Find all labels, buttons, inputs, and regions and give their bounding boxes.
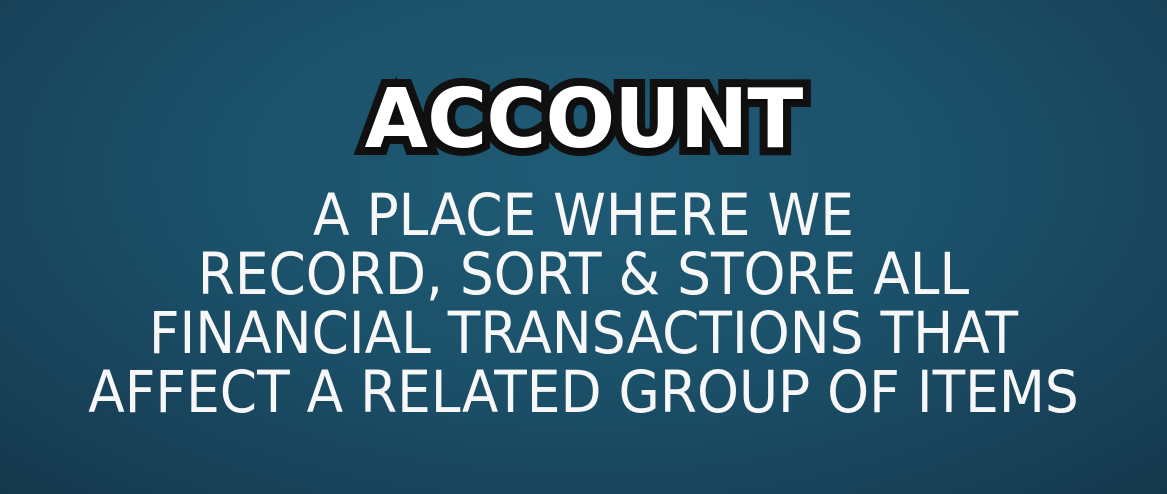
definition-line-2: RECORD, SORT & STORE ALL	[197, 240, 970, 308]
definition-line-3: FINANCIAL TRANSACTIONS THAT	[148, 299, 1019, 367]
slide-title: ACCOUNT	[357, 64, 812, 175]
slide: ACCOUNT A PLACE WHERE WE RECORD, SORT & …	[0, 0, 1167, 494]
definition-line-1: A PLACE WHERE WE	[313, 181, 854, 249]
definition-text: A PLACE WHERE WE RECORD, SORT & STORE AL…	[0, 186, 1167, 422]
definition-line-4: AFFECT A RELATED GROUP OF ITEMS	[88, 358, 1079, 426]
